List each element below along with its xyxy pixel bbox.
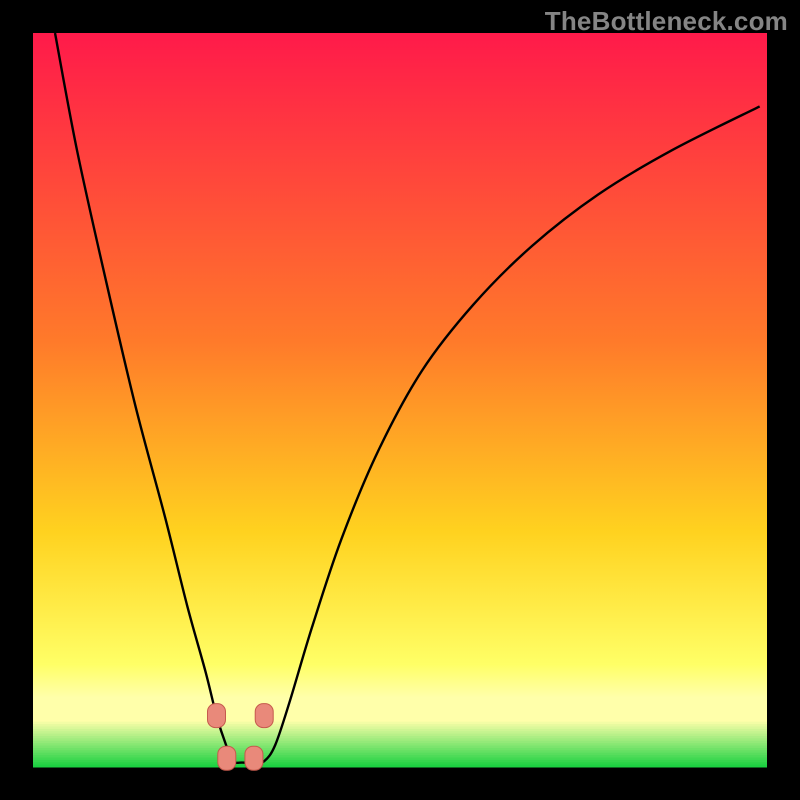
curve-marker (255, 704, 273, 728)
green-band (33, 719, 767, 767)
curve-marker (208, 704, 226, 728)
curve-marker (218, 746, 236, 770)
watermark-text: TheBottleneck.com (545, 6, 788, 37)
chart-frame: TheBottleneck.com (0, 0, 800, 800)
bottleneck-chart (0, 0, 800, 800)
curve-marker (245, 746, 263, 770)
plot-background (33, 33, 767, 767)
